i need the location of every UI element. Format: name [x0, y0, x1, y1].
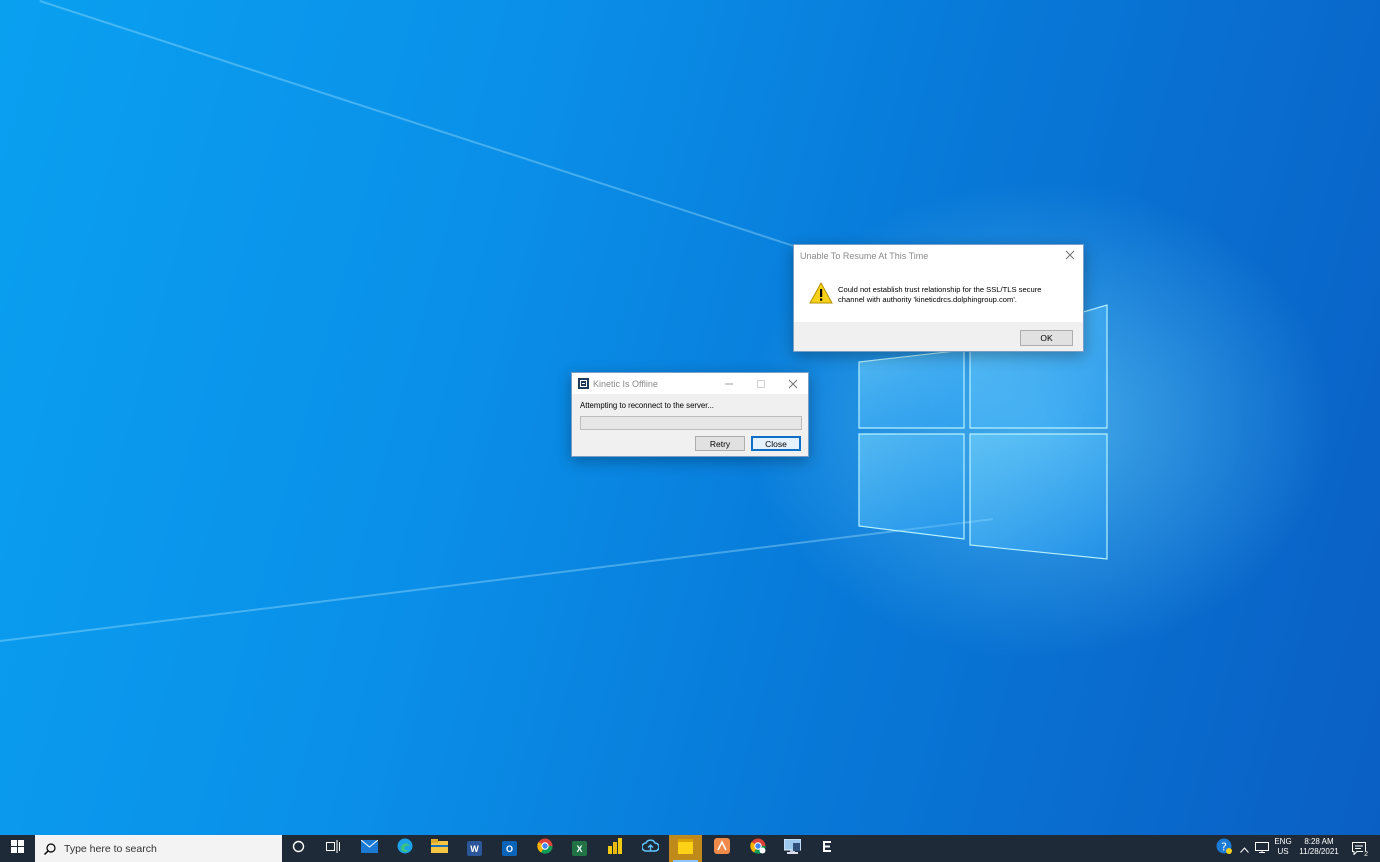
taskbar-app-chrome[interactable] — [528, 835, 561, 862]
error-dialog-titlebar[interactable]: Unable To Resume At This Time — [794, 245, 1083, 266]
taskbar-app-word[interactable]: W — [458, 835, 491, 862]
taskbar-app-outlook[interactable]: O — [493, 835, 526, 862]
cortana-button[interactable] — [282, 835, 315, 862]
show-hidden-icons-button[interactable] — [1236, 835, 1252, 862]
minimize-icon[interactable] — [722, 377, 736, 391]
taskbar: Type here to search W O X ? ENG US 8:28 … — [0, 835, 1380, 862]
word-icon: W — [467, 841, 482, 856]
error-message-line-1: Could not establish trust relationship f… — [838, 285, 1042, 294]
chevron-up-icon — [1239, 840, 1249, 858]
clock[interactable]: 8:28 AM 11/28/2021 — [1295, 837, 1343, 857]
action-center-button[interactable]: 2 — [1346, 835, 1372, 862]
clock-date: 11/28/2021 — [1299, 847, 1339, 856]
offline-dialog: Kinetic Is Offline Attempting to reconne… — [571, 372, 809, 457]
taskbar-app-sticky-notes[interactable] — [669, 835, 702, 862]
folder-icon — [431, 839, 448, 858]
error-dialog-body: Could not establish trust relationship f… — [794, 266, 1083, 322]
task-view-icon — [325, 839, 340, 858]
language-line-1: ENG — [1274, 837, 1292, 846]
search-placeholder: Type here to search — [64, 842, 157, 855]
search-icon — [44, 842, 56, 855]
power-bi-icon — [607, 838, 622, 859]
language-indicator[interactable]: ENG US — [1271, 837, 1295, 857]
kinetic-app-icon — [578, 378, 589, 389]
network-tray-button[interactable] — [1252, 835, 1272, 862]
offline-dialog-titlebar[interactable]: Kinetic Is Offline — [572, 373, 808, 394]
remote-desktop-icon — [783, 838, 802, 859]
taskbar-app-mail[interactable] — [353, 835, 386, 862]
taskbar-app-remote-desktop[interactable] — [776, 835, 809, 862]
excel-icon: X — [572, 841, 587, 856]
taskbar-app-edge[interactable] — [388, 835, 421, 862]
close-icon[interactable] — [786, 377, 800, 391]
error-dialog-title: Unable To Resume At This Time — [800, 250, 929, 261]
taskbar-app-power-bi[interactable] — [598, 835, 631, 862]
windows-start-icon — [11, 839, 24, 858]
slides-app-icon — [713, 838, 730, 859]
warning-icon — [809, 281, 833, 306]
cloud-sync-icon — [641, 839, 660, 858]
maximize-icon[interactable] — [754, 377, 768, 391]
kinetic-icon — [820, 838, 835, 859]
ok-button[interactable]: OK — [1020, 330, 1073, 346]
offline-dialog-title: Kinetic Is Offline — [593, 378, 658, 389]
notification-count-badge: 2 — [1363, 851, 1369, 859]
chrome-icon — [536, 838, 553, 859]
search-box[interactable]: Type here to search — [35, 835, 282, 862]
taskbar-app-chrome-alt[interactable] — [741, 835, 774, 862]
taskbar-app-kinetic[interactable] — [811, 835, 844, 862]
retry-button[interactable]: Retry — [695, 436, 745, 451]
reconnect-message: Attempting to reconnect to the server... — [580, 401, 714, 410]
taskbar-app-file-explorer[interactable] — [423, 835, 456, 862]
reconnect-progress-bar — [580, 416, 802, 430]
taskbar-app-slides[interactable] — [705, 835, 738, 862]
notification-icon: 2 — [1352, 842, 1369, 859]
close-icon[interactable] — [1063, 248, 1077, 262]
network-icon — [1255, 840, 1269, 858]
help-tray-button[interactable]: ? — [1210, 835, 1238, 862]
taskbar-app-excel[interactable]: X — [563, 835, 596, 862]
task-view-button[interactable] — [316, 835, 349, 862]
edge-icon — [397, 838, 413, 859]
start-button[interactable] — [0, 835, 35, 862]
error-dialog: Unable To Resume At This Time Could not … — [793, 244, 1084, 352]
mail-icon — [360, 839, 379, 858]
taskbar-app-cloud-sync[interactable] — [634, 835, 667, 862]
language-line-2: US — [1277, 847, 1289, 856]
cortana-icon — [292, 840, 305, 858]
outlook-icon: O — [502, 841, 517, 856]
sticky-notes-icon — [678, 838, 693, 859]
chrome-alt-icon — [749, 838, 766, 859]
clock-time: 8:28 AM — [1304, 837, 1334, 846]
help-icon: ? — [1216, 838, 1232, 859]
close-button[interactable]: Close — [751, 436, 801, 451]
error-message-line-2: channel with authority 'kineticdrcs.dolp… — [838, 294, 1017, 304]
